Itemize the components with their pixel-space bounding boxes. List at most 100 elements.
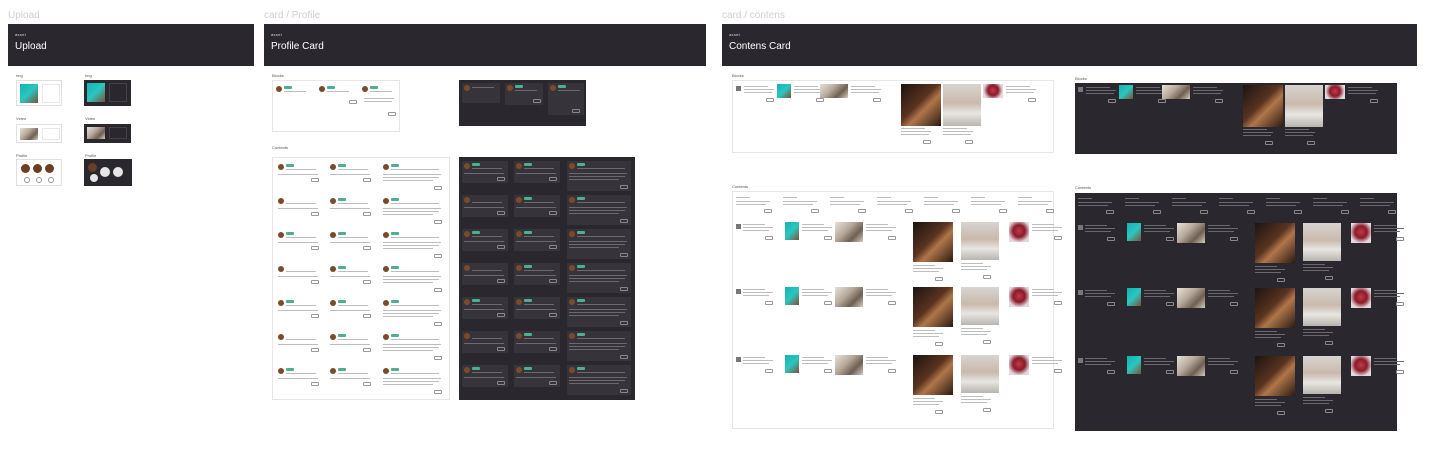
action-button[interactable] — [1230, 302, 1238, 306]
content-photo[interactable] — [1243, 85, 1283, 127]
content-photo[interactable] — [1303, 223, 1341, 261]
action-button[interactable] — [999, 209, 1007, 213]
action-button[interactable] — [1230, 237, 1238, 241]
content-photo[interactable] — [1351, 288, 1371, 308]
content-photo[interactable] — [961, 355, 999, 393]
profile-content-card[interactable] — [567, 331, 631, 361]
content-photo[interactable] — [835, 355, 863, 375]
follow-button[interactable] — [533, 99, 541, 103]
content-photo[interactable] — [1127, 356, 1141, 374]
profile-content-card[interactable] — [514, 331, 560, 353]
content-photo[interactable] — [820, 84, 848, 98]
follow-button[interactable] — [363, 246, 371, 250]
action-button[interactable] — [811, 209, 819, 213]
action-button[interactable] — [765, 369, 773, 373]
profile-content-card[interactable] — [328, 298, 374, 320]
action-button[interactable] — [1107, 302, 1115, 306]
follow-button[interactable] — [311, 280, 319, 284]
content-photo[interactable] — [913, 222, 953, 262]
follow-button[interactable] — [311, 382, 319, 386]
profile-content-card[interactable] — [276, 264, 322, 286]
follow-button[interactable] — [549, 381, 557, 385]
follow-button[interactable] — [620, 389, 628, 393]
action-button[interactable] — [1277, 278, 1285, 282]
upload-video-dark[interactable] — [84, 124, 131, 143]
upload-video-light[interactable] — [16, 124, 62, 143]
follow-button[interactable] — [434, 254, 442, 258]
follow-button[interactable] — [497, 347, 505, 351]
action-button[interactable] — [1396, 237, 1404, 241]
profile-content-card[interactable] — [276, 230, 322, 252]
profile-content-card[interactable] — [381, 366, 445, 396]
action-button[interactable] — [1396, 302, 1404, 306]
action-button[interactable] — [816, 98, 824, 102]
follow-button[interactable] — [497, 177, 505, 181]
action-button[interactable] — [1277, 343, 1285, 347]
upload-img-light[interactable] — [16, 80, 62, 106]
content-photo[interactable] — [1177, 356, 1205, 376]
action-button[interactable] — [1370, 99, 1378, 103]
action-button[interactable] — [983, 340, 991, 344]
profile-content-card[interactable] — [276, 366, 322, 388]
content-photo[interactable] — [1009, 355, 1029, 375]
action-button[interactable] — [1325, 409, 1333, 413]
follow-button[interactable] — [434, 390, 442, 394]
profile-content-card[interactable] — [514, 297, 560, 319]
content-photo[interactable] — [1119, 85, 1133, 99]
action-button[interactable] — [1166, 237, 1174, 241]
profile-content-card[interactable] — [514, 195, 560, 217]
profile-content-card[interactable] — [567, 365, 631, 395]
profile-content-card[interactable] — [462, 195, 508, 217]
action-button[interactable] — [765, 301, 773, 305]
follow-button[interactable] — [363, 212, 371, 216]
action-button[interactable] — [1028, 98, 1036, 102]
action-button[interactable] — [1166, 370, 1174, 374]
upload-profile-light[interactable] — [16, 159, 62, 186]
follow-button[interactable] — [363, 314, 371, 318]
follow-button[interactable] — [363, 382, 371, 386]
action-button[interactable] — [1388, 210, 1396, 214]
content-photo[interactable] — [785, 287, 799, 305]
action-button[interactable] — [888, 369, 896, 373]
profile-content-card[interactable] — [514, 365, 560, 387]
action-button[interactable] — [1046, 209, 1054, 213]
profile-content-card[interactable] — [328, 332, 374, 354]
action-button[interactable] — [858, 209, 866, 213]
action-button[interactable] — [766, 98, 774, 102]
action-button[interactable] — [905, 209, 913, 213]
profile-content-card[interactable] — [381, 162, 445, 192]
follow-button[interactable] — [434, 356, 442, 360]
content-photo[interactable] — [1255, 356, 1295, 396]
content-photo[interactable] — [1127, 288, 1141, 306]
action-button[interactable] — [983, 408, 991, 412]
upload-img-dark[interactable] — [84, 80, 131, 106]
action-button[interactable] — [765, 236, 773, 240]
action-button[interactable] — [1247, 210, 1255, 214]
upload-profile-dark[interactable] — [84, 159, 132, 186]
profile-content-card[interactable] — [462, 365, 508, 387]
action-button[interactable] — [1265, 141, 1273, 145]
content-photo[interactable] — [785, 222, 799, 240]
content-photo[interactable] — [1351, 223, 1371, 243]
follow-button[interactable] — [349, 100, 357, 104]
profile-content-card[interactable] — [462, 297, 508, 319]
content-photo[interactable] — [1303, 288, 1341, 326]
action-button[interactable] — [1054, 236, 1062, 240]
profile-block-card[interactable] — [319, 84, 357, 106]
content-photo[interactable] — [1303, 356, 1341, 394]
profile-block-card[interactable] — [362, 84, 398, 118]
follow-button[interactable] — [620, 219, 628, 223]
action-button[interactable] — [1341, 210, 1349, 214]
profile-content-card[interactable] — [567, 229, 631, 259]
profile-content-card[interactable] — [567, 195, 631, 225]
action-button[interactable] — [1107, 237, 1115, 241]
profile-content-card[interactable] — [514, 161, 560, 183]
content-photo[interactable] — [1177, 288, 1205, 308]
follow-button[interactable] — [497, 279, 505, 283]
action-button[interactable] — [1230, 370, 1238, 374]
content-photo[interactable] — [961, 222, 999, 260]
follow-button[interactable] — [620, 355, 628, 359]
follow-button[interactable] — [311, 246, 319, 250]
action-button[interactable] — [1106, 210, 1114, 214]
content-photo[interactable] — [913, 287, 953, 327]
